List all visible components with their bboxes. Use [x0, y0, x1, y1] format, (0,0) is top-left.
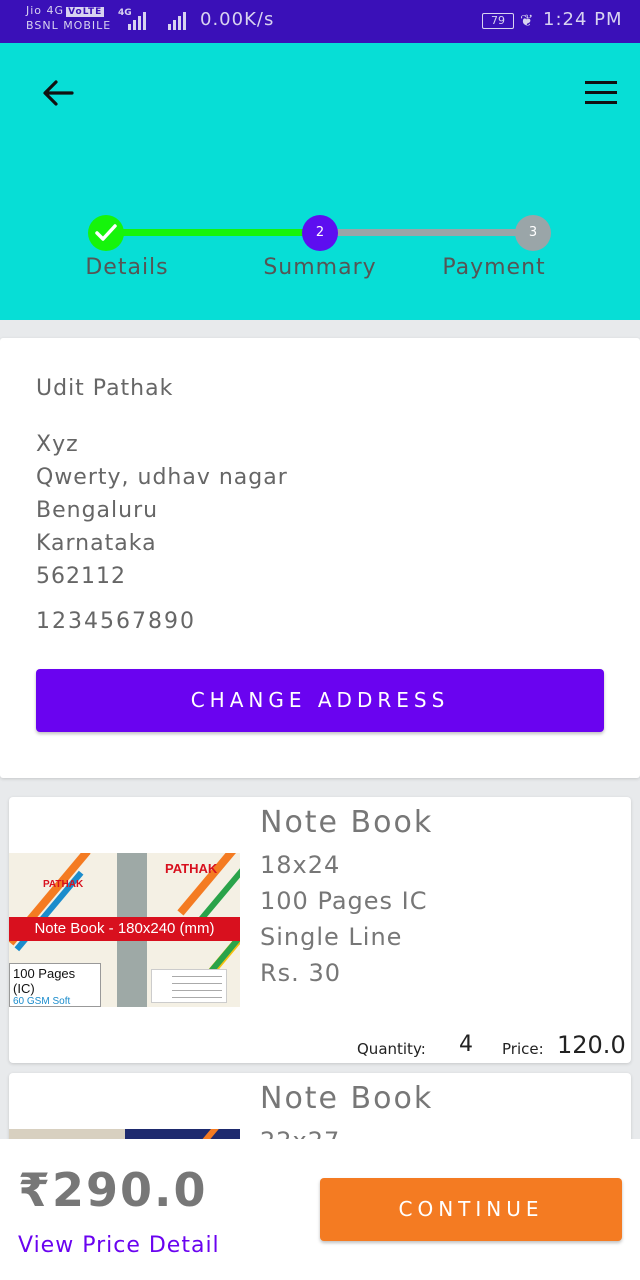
hamburger-line — [585, 91, 617, 94]
image-label-form — [151, 969, 227, 1003]
address-line-2: Qwerty, udhav nagar — [36, 465, 288, 490]
battery-saver-icon: ❦ — [520, 11, 534, 30]
carrier-info: Jio 4G VoLTE BSNL MOBILE — [26, 4, 111, 33]
carrier-secondary: BSNL MOBILE — [26, 19, 112, 32]
checkout-bottom-bar: ₹290.0 View Price Detail CONTINUE — [0, 1139, 640, 1280]
quantity-label: Quantity: — [357, 1040, 426, 1058]
price-value: 120.0 — [557, 1031, 626, 1059]
clock: 1:24 PM — [543, 9, 623, 30]
image-pages-text: 100 Pages (IC) — [13, 966, 76, 996]
volte-badge: VoLTE — [66, 7, 105, 17]
arrow-left-icon — [43, 80, 74, 106]
continue-button[interactable]: CONTINUE — [320, 1178, 622, 1241]
hamburger-menu-icon — [585, 81, 617, 84]
step-label-details: Details — [85, 255, 169, 280]
product-unit-price: Rs. 30 — [260, 959, 341, 987]
image-band-text: Note Book - 180x240 (mm) — [9, 917, 240, 941]
step-connector-done — [106, 229, 320, 236]
image-brand-small: PATHAK — [43, 879, 84, 890]
carrier-primary: Jio 4G — [26, 4, 65, 17]
image-pages-badge: 100 Pages (IC) 60 GSM Soft Cover — [9, 963, 101, 1007]
address-line-1: Xyz — [36, 432, 79, 457]
address-pincode: 562112 — [36, 564, 126, 589]
status-bar: Jio 4G VoLTE BSNL MOBILE 4G 0.00K/s 79 ❦ … — [0, 0, 640, 43]
phone-number: 1234567890 — [36, 609, 196, 634]
step-label-payment: Payment — [442, 255, 546, 280]
product-card[interactable]: PATHAK PATHAK Note Book - 180x240 (mm) 1… — [9, 797, 631, 1063]
product-title: Note Book — [260, 1081, 434, 1116]
change-address-button[interactable]: CHANGE ADDRESS — [36, 669, 604, 732]
product-details: 18x24 100 Pages IC Single Line Rs. 30 — [260, 847, 428, 991]
back-button[interactable] — [38, 73, 78, 113]
image-brand: PATHAK — [165, 861, 218, 876]
battery-icon: 79 — [482, 13, 514, 29]
product-size: 18x24 — [260, 851, 341, 879]
address-card: Udit Pathak Xyz Qwerty, udhav nagar Beng… — [0, 338, 640, 778]
signal-icon-2 — [168, 10, 186, 30]
image-cover-text: 60 GSM Soft Cover — [13, 996, 71, 1007]
step-3-marker: 3 — [515, 215, 551, 251]
address-state: Karnataka — [36, 531, 157, 556]
step-1-check-icon — [88, 215, 124, 251]
menu-button[interactable] — [580, 75, 622, 111]
recipient-name: Udit Pathak — [36, 376, 174, 401]
product-pages: 100 Pages IC — [260, 887, 428, 915]
address-lines: Xyz Qwerty, udhav nagar Bengaluru Karnat… — [36, 428, 288, 593]
signal-icon — [128, 10, 146, 30]
address-city: Bengaluru — [36, 498, 159, 523]
product-title: Note Book — [260, 805, 434, 840]
step-label-summary: Summary — [263, 255, 377, 280]
step-2-marker: 2 — [302, 215, 338, 251]
checkout-stepper: 2 3 Details Summary Payment — [0, 213, 640, 293]
view-price-detail-link[interactable]: View Price Detail — [18, 1233, 220, 1258]
product-image: PATHAK PATHAK Note Book - 180x240 (mm) 1… — [9, 853, 240, 1007]
product-ruling: Single Line — [260, 923, 403, 951]
step-connector-pending — [320, 229, 533, 236]
quantity-value: 4 — [459, 1032, 473, 1057]
price-label: Price: — [502, 1040, 544, 1058]
network-speed: 0.00K/s — [200, 9, 275, 30]
order-total: ₹290.0 — [18, 1163, 208, 1217]
app-header: 2 3 Details Summary Payment — [0, 43, 640, 320]
hamburger-line — [585, 101, 617, 104]
